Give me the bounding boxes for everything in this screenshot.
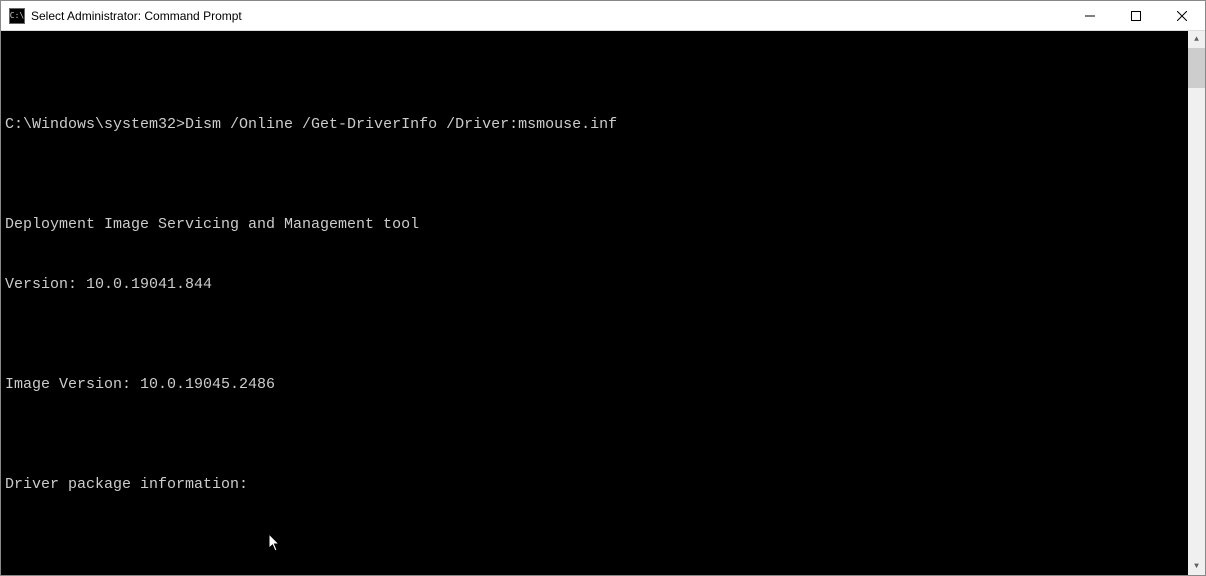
command-line: C:\Windows\system32>Dism /Online /Get-Dr… [5,115,1187,135]
vertical-scrollbar[interactable]: ▲ ▼ [1188,31,1205,575]
prompt: C:\Windows\system32> [5,116,185,133]
titlebar[interactable]: C:\ Select Administrator: Command Prompt [1,1,1205,31]
window-title: Select Administrator: Command Prompt [31,9,1067,23]
terminal-area[interactable]: C:\Windows\system32>Dism /Online /Get-Dr… [1,31,1205,575]
scroll-down-button[interactable]: ▼ [1188,558,1205,575]
terminal-content: C:\Windows\system32>Dism /Online /Get-Dr… [5,35,1187,575]
window-controls [1067,1,1205,30]
scroll-thumb[interactable] [1188,48,1205,88]
command-prompt-window: C:\ Select Administrator: Command Prompt… [0,0,1206,576]
app-icon: C:\ [9,8,25,24]
minimize-button[interactable] [1067,1,1113,30]
maximize-button[interactable] [1113,1,1159,30]
scroll-up-button[interactable]: ▲ [1188,31,1205,48]
tool-name: Deployment Image Servicing and Managemen… [5,215,1187,235]
close-button[interactable] [1159,1,1205,30]
tool-version: Version: 10.0.19041.844 [5,275,1187,295]
image-version: Image Version: 10.0.19045.2486 [5,375,1187,395]
command-text: Dism /Online /Get-DriverInfo /Driver:msm… [185,116,617,133]
driver-pkg-header: Driver package information: [5,475,1187,495]
